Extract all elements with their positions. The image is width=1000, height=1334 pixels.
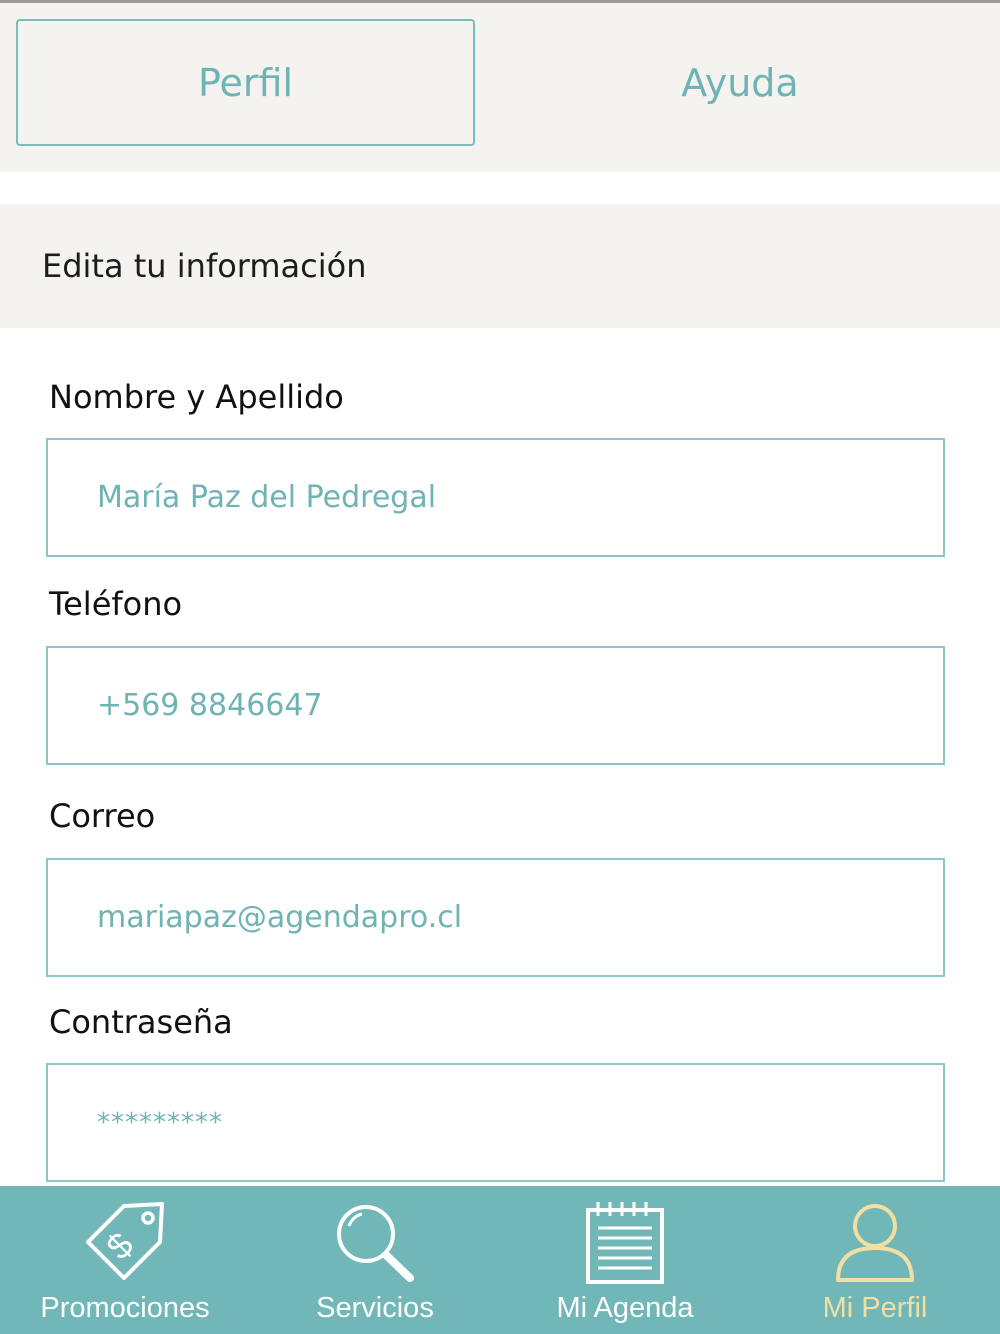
tab-profile[interactable]: Perfil	[16, 19, 475, 146]
price-tag-dollar-icon: $	[86, 1202, 164, 1280]
tab-profile-label: Perfil	[197, 60, 294, 105]
nav-mi-agenda[interactable]: Mi Agenda	[500, 1186, 750, 1334]
name-value: María Paz del Pedregal	[97, 480, 437, 515]
name-label: Nombre y Apellido	[49, 378, 344, 416]
bottom-nav: $ Promociones Servicios Mi Agenda Mi Per…	[0, 1186, 1000, 1334]
email-label: Correo	[49, 797, 156, 835]
nav-promociones[interactable]: $ Promociones	[0, 1186, 250, 1334]
tab-help[interactable]: Ayuda	[510, 19, 970, 146]
name-field[interactable]: María Paz del Pedregal	[46, 438, 945, 557]
notepad-icon	[586, 1202, 664, 1284]
magnifier-icon	[337, 1205, 414, 1282]
nav-mi-perfil-label: Mi Perfil	[822, 1292, 928, 1324]
nav-promociones-label: Promociones	[40, 1292, 210, 1324]
nav-servicios-label: Servicios	[316, 1292, 434, 1324]
phone-value: +569 8846647	[97, 688, 323, 723]
nav-mi-perfil[interactable]: Mi Perfil	[750, 1186, 1000, 1334]
phone-label: Teléfono	[49, 585, 183, 623]
phone-field[interactable]: +569 8846647	[46, 646, 945, 765]
section-header: Edita tu información	[0, 204, 1000, 328]
nav-servicios[interactable]: Servicios	[250, 1186, 500, 1334]
tab-help-label: Ayuda	[681, 60, 799, 105]
user-icon	[836, 1204, 914, 1282]
password-value: *********	[97, 1107, 223, 1138]
email-value: mariapaz@agendapro.cl	[97, 900, 463, 935]
email-field[interactable]: mariapaz@agendapro.cl	[46, 858, 945, 977]
tab-bar: Perfil Ayuda	[0, 3, 1000, 172]
password-field[interactable]: *********	[46, 1063, 945, 1182]
section-title: Edita tu información	[42, 247, 367, 285]
nav-mi-agenda-label: Mi Agenda	[556, 1292, 694, 1324]
password-label: Contraseña	[49, 1003, 233, 1041]
